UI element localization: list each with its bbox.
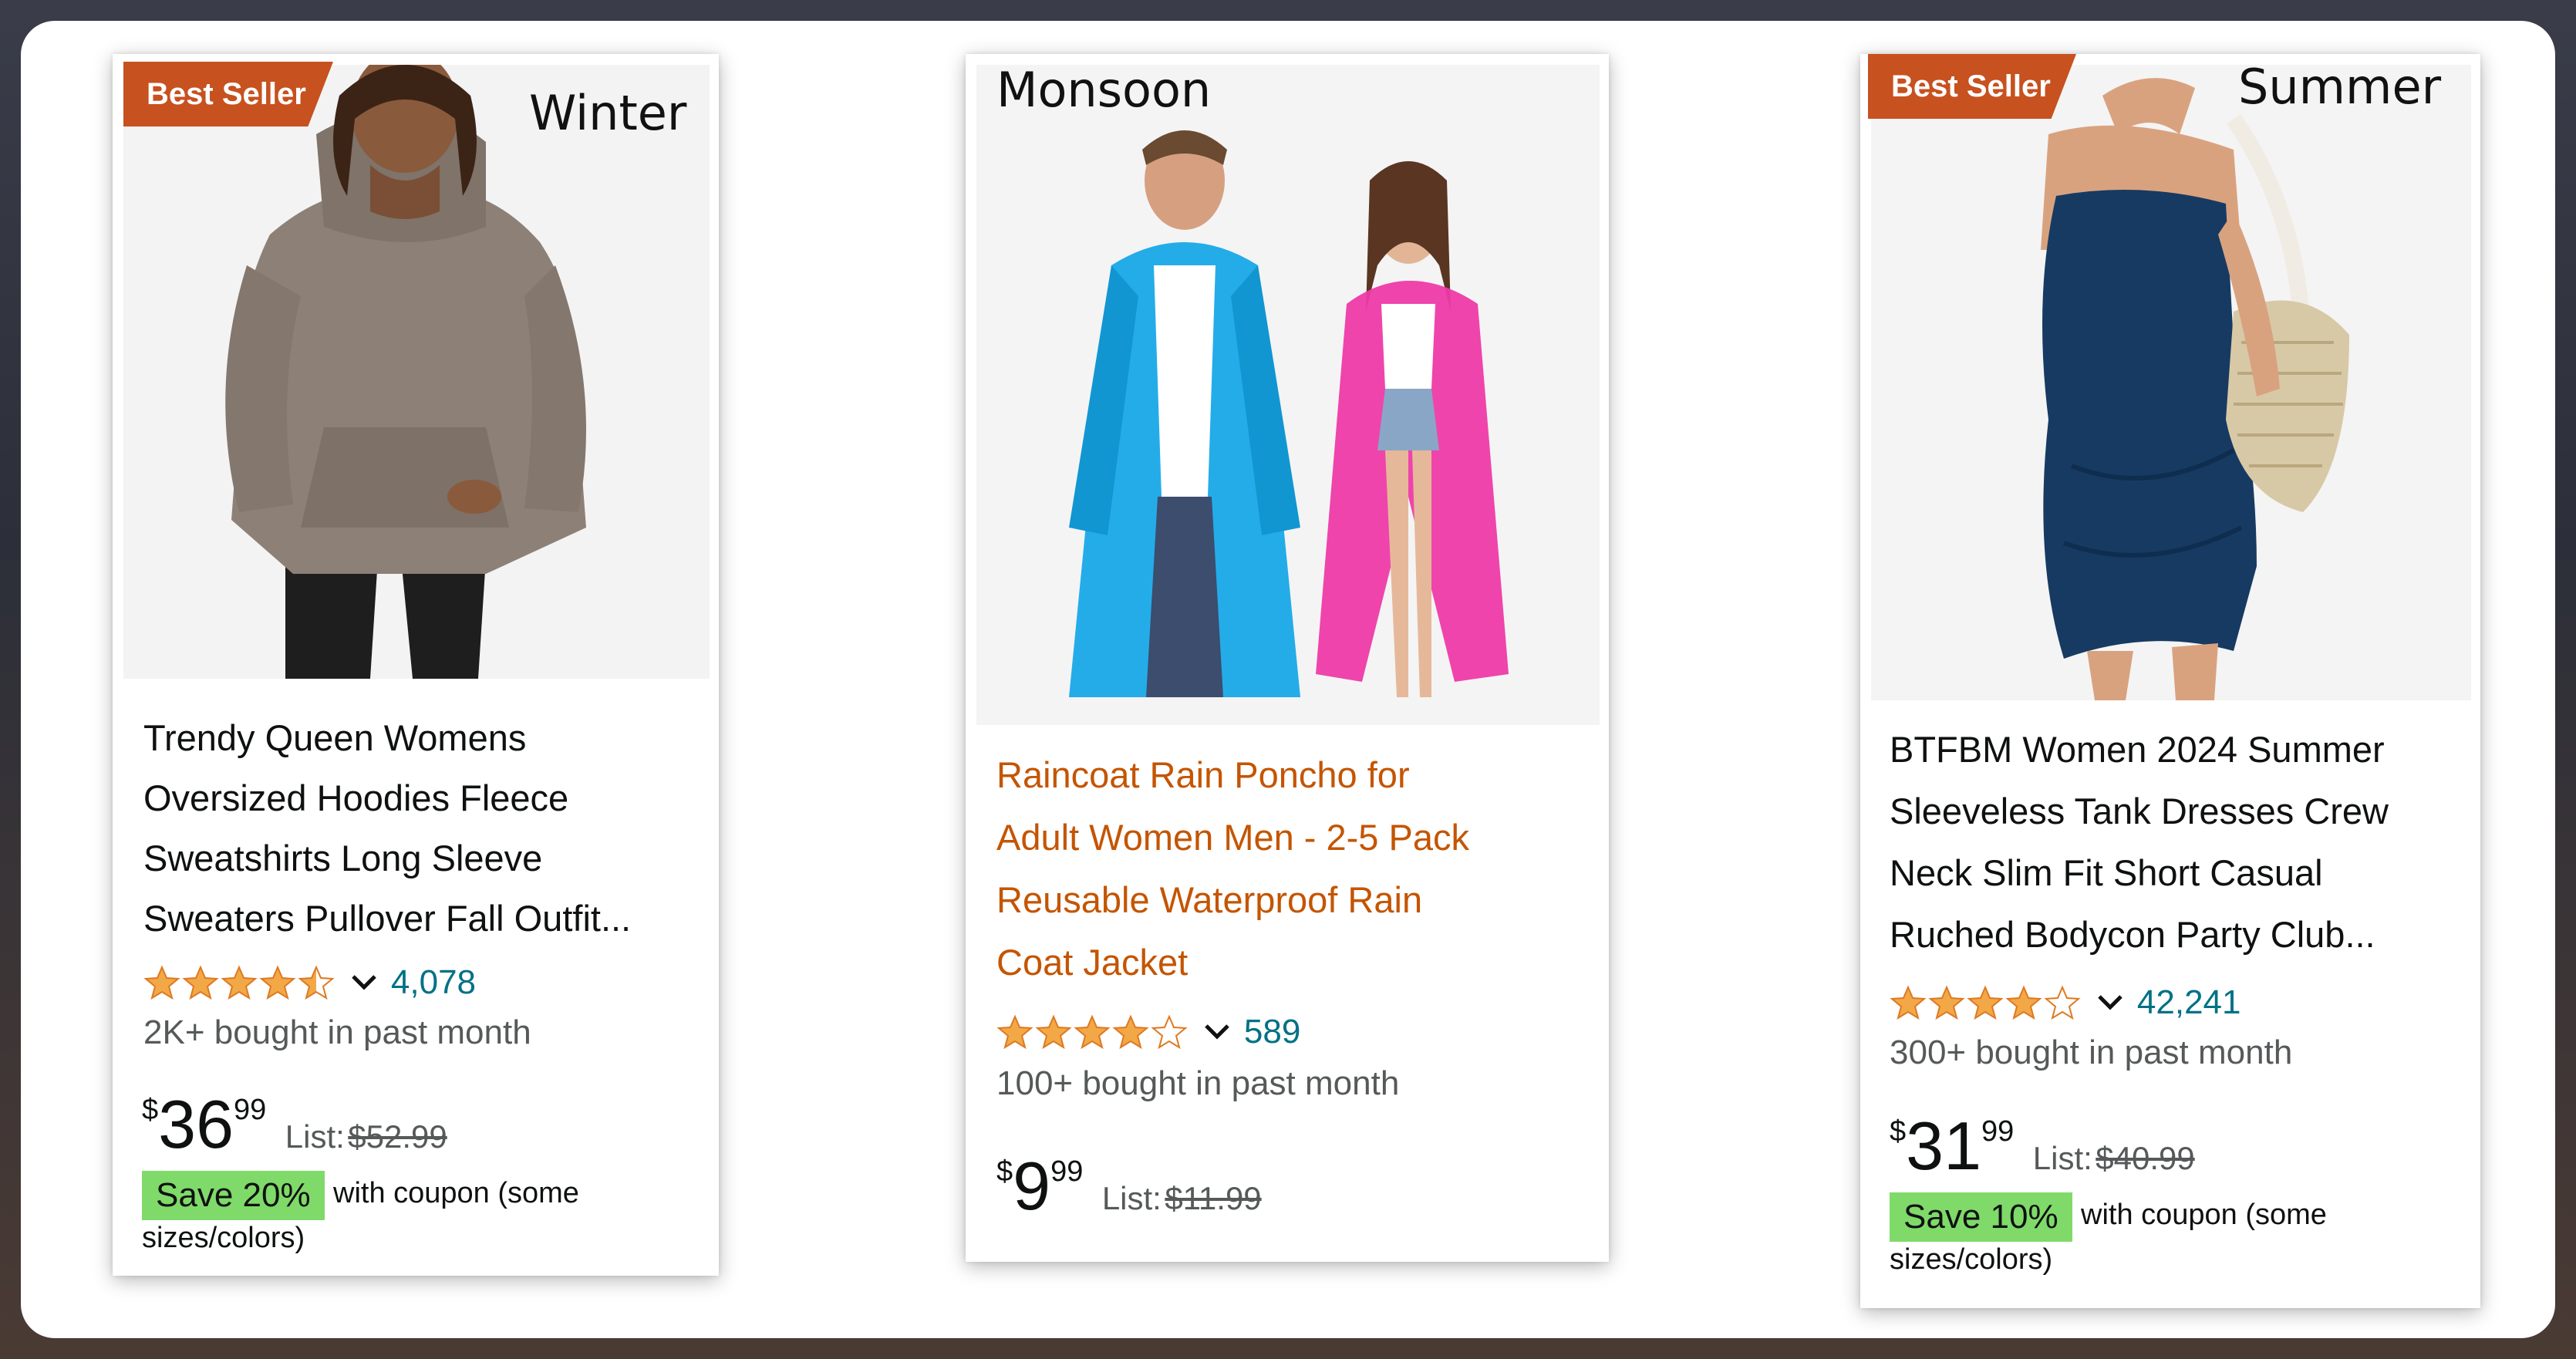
bought-count: 100+ bought in past month [996,1064,1400,1102]
star-rating [143,966,347,999]
chevron-down-icon[interactable] [350,973,378,992]
title-line: Adult Women Men - 2-5 Pack [996,817,1469,858]
title-line: Sweatshirts Long Sleeve [143,838,543,878]
coupon-line: with coupon (some [333,1177,579,1209]
best-seller-badge: Best Seller [123,62,333,126]
rating-count[interactable]: 589 [1244,1013,1300,1050]
list-price-label: List: [1101,1180,1162,1216]
coupon-text: with coupon (some sizes/colors) [142,1171,697,1260]
price-whole: 9 [1013,1148,1051,1224]
chevron-down-icon[interactable] [2096,993,2124,1012]
list-price-label: List: [285,1118,345,1155]
price-fraction: 99 [1981,1115,2015,1148]
price-row: $3699 List: $52.99 [142,1091,447,1158]
price-currency: $ [1890,1115,1907,1148]
price-whole: 31 [1906,1108,1982,1184]
list-price-label: List: [2032,1140,2092,1176]
coupon-line: with coupon (some [2081,1199,2327,1231]
list-price: $11.99 [1165,1180,1262,1216]
star-rating [1890,986,2093,1019]
season-label: Monsoon [996,62,1212,118]
hoodie-product-image[interactable] [123,65,710,679]
price-currency: $ [142,1094,159,1126]
title-line: Trendy Queen Womens [143,717,527,758]
coupon-line: sizes/colors) [1890,1243,2053,1276]
product-card-summer[interactable]: Best Seller Summer BTFBM Women 2024 Summ… [1860,54,2480,1308]
title-line: Reusable Waterproof Rain [996,879,1423,920]
rating-count[interactable]: 42,241 [2137,983,2241,1021]
season-label: Summer [2238,59,2442,115]
bought-count: 2K+ bought in past month [143,1013,531,1051]
best-seller-badge: Best Seller [1868,54,2076,119]
rating-count[interactable]: 4,078 [391,963,476,1001]
product-card-monsoon[interactable]: Monsoon Raincoat Rain Poncho for Adult W… [966,54,1609,1262]
price-fraction: 99 [234,1094,267,1126]
raincoat-product-image[interactable] [976,65,1600,725]
title-line: Coat Jacket [996,942,1189,983]
product-title[interactable]: Trendy Queen Womens Oversized Hoodies Fl… [143,708,706,949]
title-line: Oversized Hoodies Fleece [143,777,569,818]
list-price: $40.99 [2096,1140,2195,1176]
price-currency: $ [996,1155,1013,1188]
product-title[interactable]: BTFBM Women 2024 Summer Sleeveless Tank … [1890,719,2476,966]
product-card-winter[interactable]: Best Seller Winter Trendy Queen Womens O… [113,54,719,1276]
title-line: Sleeveless Tank Dresses Crew [1890,791,2389,831]
title-line: Sweaters Pullover Fall Outfit... [143,898,632,939]
bought-count: 300+ bought in past month [1890,1034,2293,1071]
title-line: Raincoat Rain Poncho for [996,754,1410,795]
price-row: $3199 List: $40.99 [1890,1112,2195,1180]
dress-product-image[interactable] [1871,65,2471,700]
rating-row[interactable]: 589 [996,1010,1300,1054]
star-rating [996,1016,1200,1048]
title-line: BTFBM Women 2024 Summer [1890,729,2385,770]
season-label: Winter [529,85,687,141]
price-whole: 36 [158,1086,234,1162]
product-title[interactable]: Raincoat Rain Poncho for Adult Women Men… [996,744,1598,993]
coupon-text: with coupon (some sizes/colors) [1890,1192,2460,1282]
coupon-line: sizes/colors) [142,1222,305,1254]
price-row: $999 List: $11.99 [996,1152,1262,1220]
list-price: $52.99 [348,1118,447,1155]
chevron-down-icon[interactable] [1203,1023,1231,1041]
rating-row[interactable]: 42,241 [1890,981,2241,1024]
rating-row[interactable]: 4,078 [143,961,476,1004]
price-fraction: 99 [1050,1155,1084,1188]
title-line: Neck Slim Fit Short Casual [1890,852,2323,893]
title-line: Ruched Bodycon Party Club... [1890,914,2375,955]
